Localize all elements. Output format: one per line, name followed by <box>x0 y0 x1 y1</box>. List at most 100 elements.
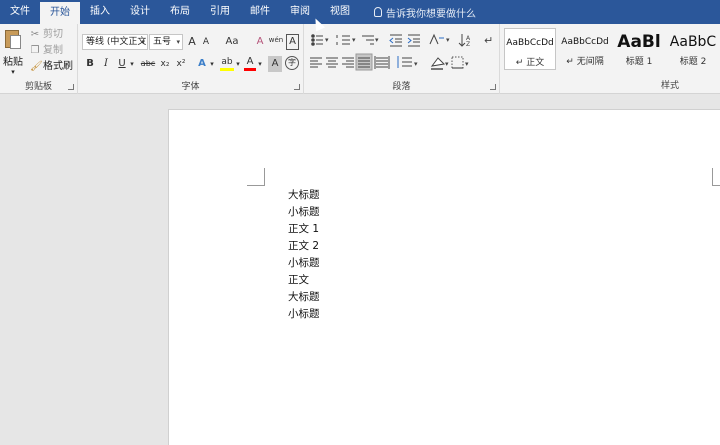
style-no-spacing[interactable]: AaBbCcDd ↵ 无间隔 <box>558 28 612 70</box>
font-color-button[interactable]: A <box>244 54 256 71</box>
cut-button[interactable]: ✂ 剪切 <box>30 28 63 42</box>
align-right-icon <box>342 57 354 68</box>
paragraph-launcher-icon[interactable] <box>490 84 496 90</box>
font-name-combo[interactable]: 等线 (中文正文) ▾ <box>82 34 148 50</box>
chevron-down-icon: ▾ <box>141 38 145 46</box>
style-name: 标题 1 <box>625 57 653 67</box>
ribbon-home: 粘贴 ▾ ✂ 剪切 ❐ 复制 🖌 格式刷 剪贴板 等线 (中文正文) ▾ 五号 … <box>0 24 720 94</box>
svg-text:Z: Z <box>466 41 470 48</box>
subscript-button[interactable]: x₂ <box>158 56 172 72</box>
paste-dropdown-icon[interactable]: ▾ <box>2 68 24 76</box>
clipboard-group: 粘贴 ▾ ✂ 剪切 ❐ 复制 🖌 格式刷 剪贴板 <box>0 24 78 94</box>
superscript-button[interactable]: x² <box>174 56 188 72</box>
bullets-dropdown-icon: ▾ <box>325 36 329 44</box>
font-name-value: 等线 (中文正文) <box>86 37 148 47</box>
decrease-indent-icon <box>389 34 402 47</box>
cut-label: 剪切 <box>43 29 63 40</box>
align-center-icon <box>326 57 338 68</box>
format-painter-button[interactable]: 🖌 格式刷 <box>30 60 73 74</box>
font-size-combo[interactable]: 五号 ▾ <box>149 34 183 50</box>
grow-font-button[interactable]: A <box>186 34 198 50</box>
copy-button[interactable]: ❐ 复制 <box>30 44 63 58</box>
char-shading-button[interactable]: A <box>268 56 282 72</box>
document-line[interactable]: 正文 1 <box>288 221 320 238</box>
asian-layout-dropdown-icon: ▾ <box>446 36 450 44</box>
text-effects-button[interactable]: A <box>196 56 208 72</box>
paragraph-tools-svg: AZ ↵ ▾ ▾ ▾ ▾ ▾ ▾ ▾ <box>310 33 493 71</box>
document-line[interactable]: 大标题 <box>288 187 320 204</box>
distributed-icon <box>374 56 390 69</box>
text-effects-dropdown-icon[interactable]: ▾ <box>208 56 216 72</box>
document-line[interactable]: 正文 2 <box>288 238 320 255</box>
document-body[interactable]: 大标题 小标题 正文 1 正文 2 小标题 正文 大标题 小标题 <box>288 187 320 323</box>
tell-me-box[interactable]: 告诉我你想要做什么 <box>374 0 476 24</box>
tab-layout[interactable]: 布局 <box>160 0 200 24</box>
font-group: 等线 (中文正文) ▾ 五号 ▾ A A Aa A wén A B I U ▾ … <box>78 24 304 94</box>
copy-icon: ❐ <box>30 45 40 56</box>
styles-gallery: AaBbCcDd ↵ 正文 AaBbCcDd ↵ 无间隔 AaBl 标题 1 A… <box>504 28 720 70</box>
pilcrow-icon: ↵ <box>484 34 493 47</box>
strikethrough-button[interactable]: abc <box>140 56 156 72</box>
document-canvas[interactable]: 大标题 小标题 正文 1 正文 2 小标题 正文 大标题 小标题 <box>0 95 720 445</box>
shading-icon <box>430 57 446 70</box>
paintbrush-icon: 🖌 <box>30 61 43 72</box>
bullets-icon <box>311 34 323 46</box>
document-line[interactable]: 小标题 <box>288 204 320 221</box>
tab-home[interactable]: 开始 <box>40 2 80 24</box>
margin-corner-mark <box>247 168 265 186</box>
font-color-dropdown-icon[interactable]: ▾ <box>256 56 264 72</box>
tab-file[interactable]: 文件 <box>0 0 40 24</box>
paragraph-group-label: 段落 <box>392 82 411 92</box>
tab-view[interactable]: 视图 <box>320 0 360 24</box>
document-page[interactable]: 大标题 小标题 正文 1 正文 2 小标题 正文 大标题 小标题 <box>168 109 720 445</box>
document-line[interactable]: 大标题 <box>288 289 320 306</box>
change-case-button[interactable]: Aa <box>222 34 242 50</box>
line-spacing-dropdown-icon: ▾ <box>414 60 418 68</box>
styles-group-label: 样式 <box>660 81 679 91</box>
clear-format-button[interactable]: A <box>254 34 266 50</box>
shading-dropdown-icon: ▾ <box>445 60 449 68</box>
bold-button[interactable]: B <box>84 56 96 72</box>
document-line[interactable]: 小标题 <box>288 306 320 323</box>
underline-dropdown-icon[interactable]: ▾ <box>128 56 136 72</box>
tab-mailings[interactable]: 邮件 <box>240 0 280 24</box>
style-name: ↵ 正文 <box>515 58 545 68</box>
highlight-button[interactable]: ab <box>220 54 234 71</box>
justify-active-bg <box>355 53 373 71</box>
enclose-chars-button[interactable]: 字 <box>285 56 299 70</box>
style-preview: AaBbCcDd <box>561 37 609 47</box>
align-left-icon <box>310 57 322 68</box>
tab-insert[interactable]: 插入 <box>80 0 120 24</box>
paste-label: 粘贴 <box>3 57 23 68</box>
sort-icon: AZ <box>458 34 471 48</box>
char-border-button[interactable]: A <box>286 34 299 50</box>
tab-references[interactable]: 引用 <box>200 0 240 24</box>
underline-button[interactable]: U <box>116 56 128 72</box>
asian-layout-icon <box>429 33 444 45</box>
document-line[interactable]: 正文 <box>288 272 320 289</box>
ribbon-tab-bar: 文件 开始 插入 设计 布局 引用 邮件 审阅 视图 告诉我你想要做什么 <box>0 0 720 24</box>
style-normal[interactable]: AaBbCcDd ↵ 正文 <box>504 28 556 70</box>
copy-label: 复制 <box>43 45 63 56</box>
font-size-value: 五号 <box>153 37 172 47</box>
highlight-dropdown-icon[interactable]: ▾ <box>234 56 242 72</box>
tab-design[interactable]: 设计 <box>120 0 160 24</box>
font-launcher-icon[interactable] <box>294 84 300 90</box>
style-name: ↵ 无间隔 <box>566 57 604 67</box>
numbering-dropdown-icon: ▾ <box>352 36 356 44</box>
borders-dropdown-icon: ▾ <box>465 60 469 68</box>
phonetic-guide-button[interactable]: wén <box>268 32 284 48</box>
clipboard-launcher-icon[interactable] <box>68 84 74 90</box>
document-line[interactable]: 小标题 <box>288 255 320 272</box>
paste-button[interactable]: 粘贴 ▾ <box>2 28 24 78</box>
style-heading-2[interactable]: AaBbC 标题 2 <box>666 28 720 70</box>
line-spacing-icon <box>397 56 412 68</box>
style-name: 标题 2 <box>679 57 707 67</box>
margin-corner-mark <box>712 168 720 186</box>
paragraph-group: AZ ↵ ▾ ▾ ▾ ▾ ▾ ▾ ▾ 段落 <box>304 24 500 94</box>
scissors-icon: ✂ <box>30 29 40 40</box>
shrink-font-button[interactable]: A <box>200 34 212 50</box>
italic-button[interactable]: I <box>100 56 112 72</box>
numbering-icon <box>336 35 350 45</box>
style-heading-1[interactable]: AaBl 标题 1 <box>612 28 666 70</box>
